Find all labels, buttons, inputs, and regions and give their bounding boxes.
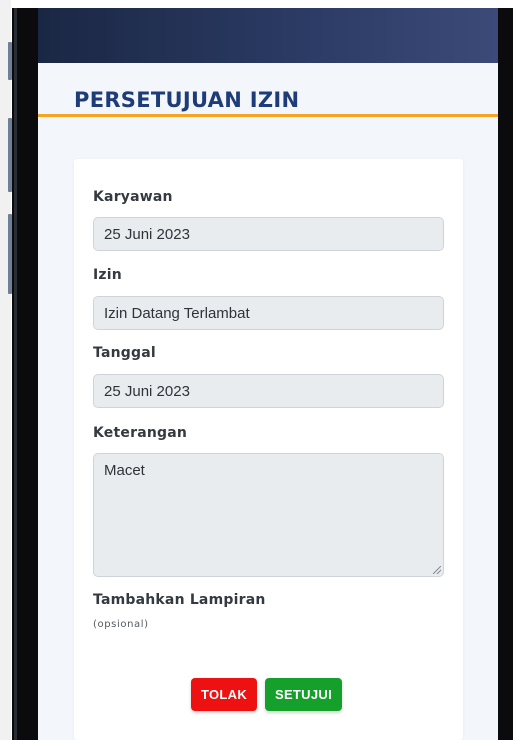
page-title: PERSETUJUAN IZIN bbox=[74, 88, 300, 112]
description-textarea[interactable]: Macet bbox=[93, 453, 444, 577]
reject-button[interactable]: TOLAK bbox=[191, 678, 257, 711]
title-underline bbox=[38, 114, 498, 117]
permit-field[interactable] bbox=[93, 296, 444, 330]
description-label: Keterangan bbox=[93, 425, 188, 441]
employee-label: Karyawan bbox=[93, 189, 173, 205]
employee-field[interactable] bbox=[93, 217, 444, 251]
attachment-label[interactable]: Tambahkan Lampiran bbox=[93, 592, 266, 608]
date-label: Tanggal bbox=[93, 345, 156, 361]
description-text: Macet bbox=[104, 462, 145, 479]
attachment-optional-note: (opsional) bbox=[93, 619, 149, 630]
date-field[interactable] bbox=[93, 374, 444, 408]
approval-form-card: Karyawan Izin Tanggal Keterangan Macet T… bbox=[74, 159, 463, 740]
device-bezel-right bbox=[498, 0, 513, 740]
permit-label: Izin bbox=[93, 267, 122, 283]
device-bezel-top bbox=[12, 0, 513, 8]
approve-button[interactable]: SETUJUI bbox=[265, 678, 342, 711]
device-frame-edge bbox=[0, 0, 11, 740]
device-bezel-left bbox=[12, 0, 38, 740]
resize-grip-icon[interactable] bbox=[433, 566, 441, 574]
app-screen: PERSETUJUAN IZIN Karyawan Izin Tanggal K… bbox=[38, 8, 498, 740]
app-header-bar bbox=[38, 8, 498, 63]
